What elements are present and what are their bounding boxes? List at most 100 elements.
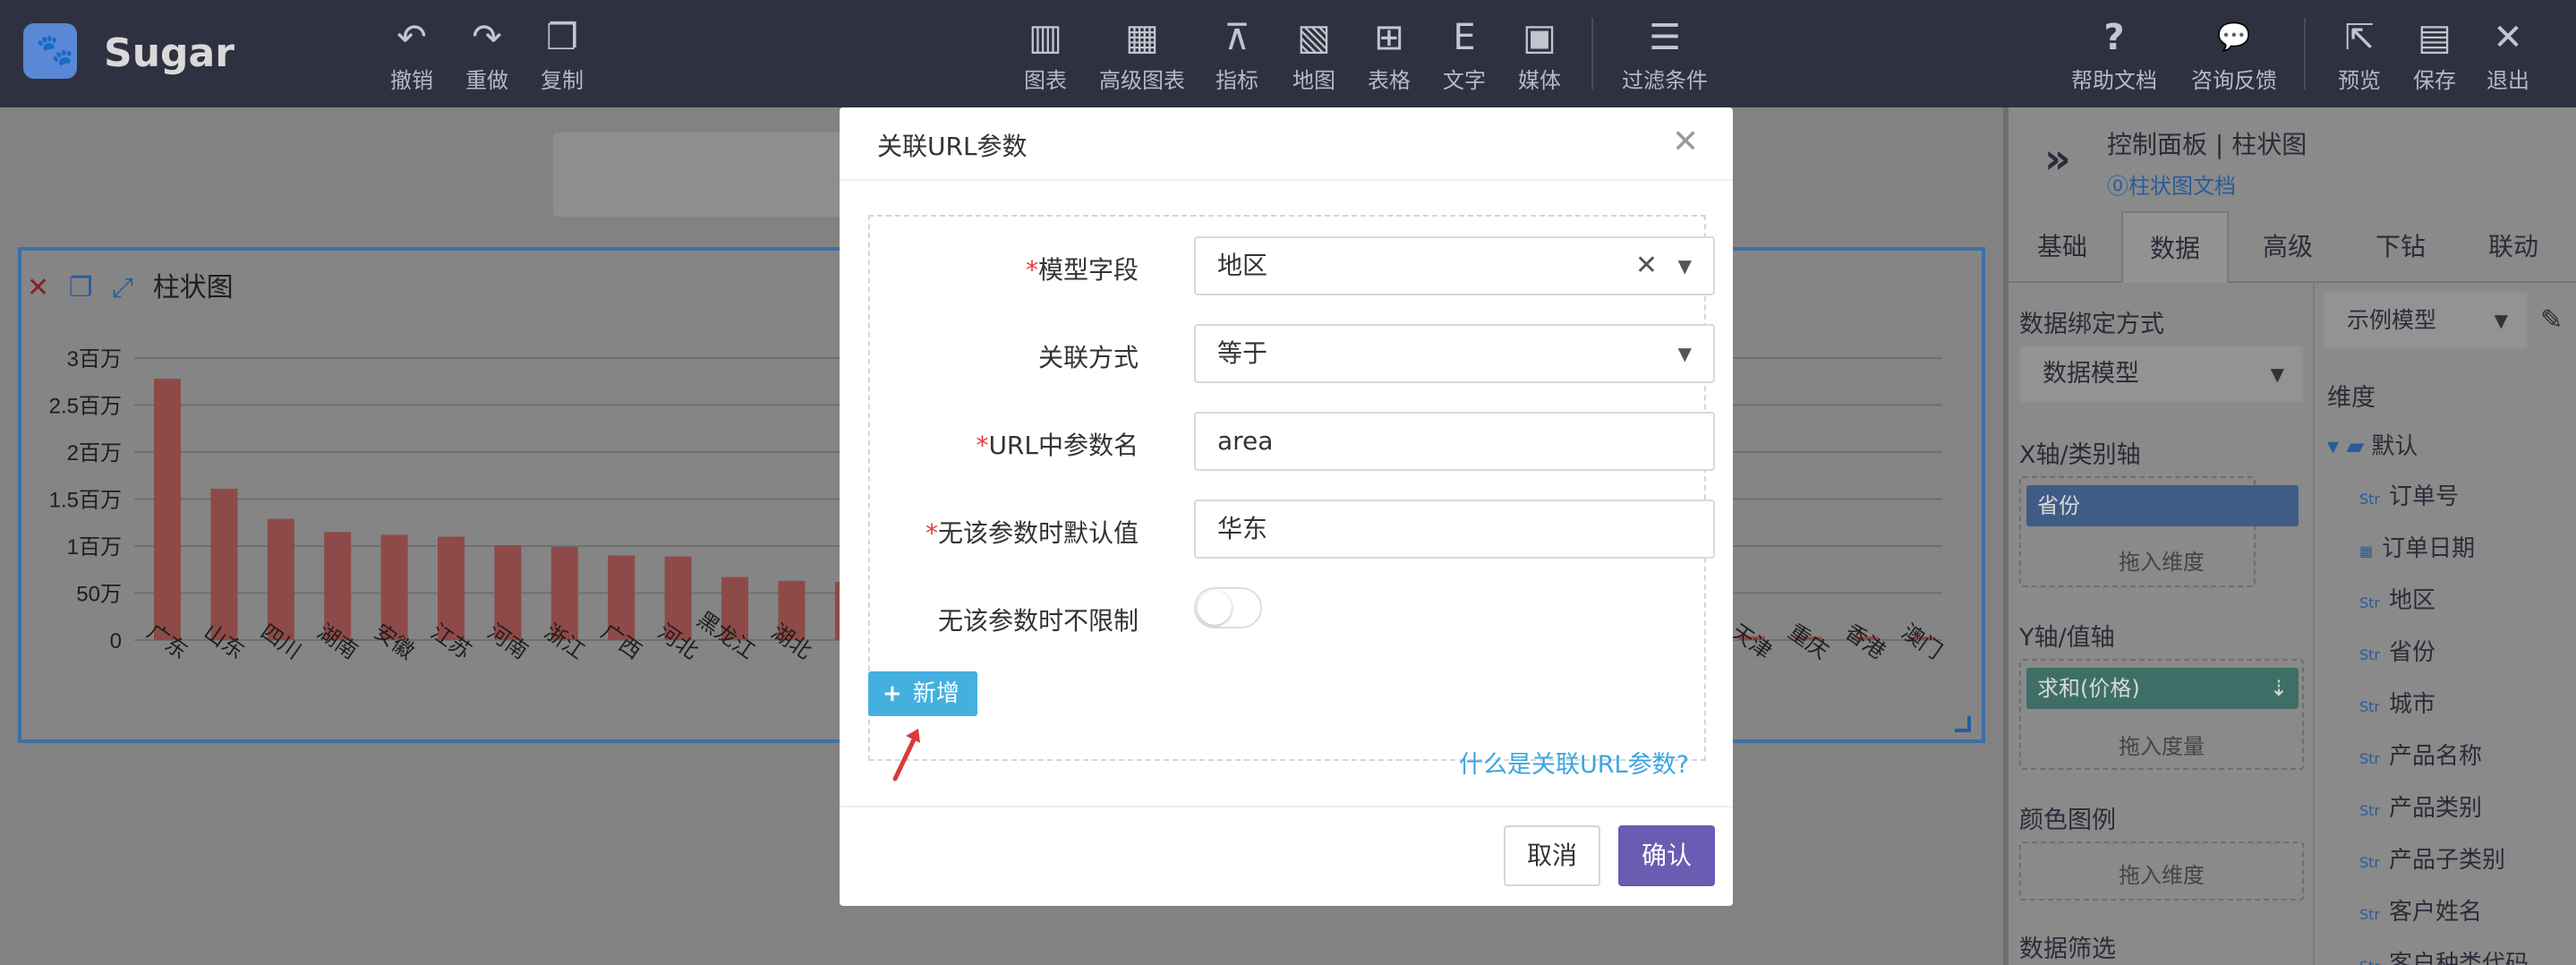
url-param-label-text: URL中参数名: [988, 431, 1139, 460]
model-field-value: 地区: [1217, 251, 1268, 280]
relation-label: 关联方式: [1037, 343, 1139, 372]
delete-icon[interactable]: ✕: [27, 272, 49, 303]
exit-button[interactable]: ✕ 退出: [2483, 18, 2533, 93]
tab-advanced[interactable]: 高级: [2234, 211, 2341, 283]
url-param-label: *URL中参数名: [870, 426, 1139, 462]
toolbar-text-button[interactable]: E 文字: [1439, 18, 1489, 93]
binding-mode-select[interactable]: 数据模型 ▼: [2019, 346, 2304, 403]
no-limit-toggle[interactable]: [1194, 587, 1262, 628]
field-item[interactable]: Str 产品子类别: [2359, 841, 2505, 875]
binding-mode-value: 数据模型: [2043, 360, 2139, 388]
relation-select[interactable]: 等于 ▼: [1194, 324, 1715, 383]
x-axis-field-pill[interactable]: 省份: [2026, 485, 2299, 526]
toolbar-media-button[interactable]: ▣ 媒体: [1514, 18, 1565, 93]
baidu-paw-icon[interactable]: 🐾: [23, 23, 77, 79]
chevron-down-icon[interactable]: ▼: [1678, 238, 1692, 294]
add-param-button[interactable]: + 新增: [868, 671, 977, 716]
collapse-panel-icon[interactable]: »: [2044, 134, 2071, 183]
model-select[interactable]: 示例模型 ▼: [2324, 292, 2528, 349]
field-type-tag: Str: [2359, 906, 2381, 923]
toolbar-filter-button[interactable]: ☰ 过滤条件: [1618, 18, 1711, 93]
map-icon: ▧: [1297, 17, 1331, 58]
what-is-url-param-link[interactable]: 什么是关联URL参数?: [1459, 745, 1689, 780]
color-drop-hint: 拖入维度: [2119, 863, 2205, 888]
copy-button[interactable]: ❐ 复制: [537, 17, 587, 93]
toolbar-advanced-chart-button[interactable]: ▦ 高级图表: [1096, 17, 1189, 93]
help-docs-button[interactable]: ? 帮助文档: [2068, 18, 2161, 93]
field-item[interactable]: Str 客户种类代码: [2359, 945, 2529, 965]
cancel-button[interactable]: 取消: [1504, 825, 1600, 886]
bar-chart-icon: ▥: [1028, 17, 1062, 58]
confirm-button[interactable]: 确认: [1618, 825, 1715, 886]
field-item[interactable]: Str 产品名称: [2359, 738, 2482, 771]
undo-icon: ↶: [397, 17, 427, 58]
feedback-button[interactable]: 💬 咨询反馈: [2188, 18, 2281, 93]
redo-label: 重做: [465, 68, 508, 93]
undo-button[interactable]: ↶ 撤销: [387, 17, 437, 93]
field-name: 客户姓名: [2389, 899, 2483, 926]
copy-icon: ❐: [546, 17, 578, 58]
sort-icon[interactable]: ⇣: [2270, 668, 2288, 709]
field-item[interactable]: Str 客户姓名: [2359, 893, 2482, 927]
model-field-label-text: 模型字段: [1037, 255, 1139, 285]
tab-data[interactable]: 数据: [2121, 211, 2229, 283]
top-toolbar: 🐾 Sugar ↶ 撤销 ↷ 重做 ❐ 复制 ▥ 图表 ▦ 高级图表 ⊼ 指标 …: [0, 0, 2576, 107]
x-tick-label: 河南: [483, 619, 533, 664]
x-tick-label: 浙江: [540, 619, 589, 664]
default-value-value: 华东: [1217, 514, 1268, 543]
field-item[interactable]: Str 地区: [2359, 582, 2435, 615]
tab-drilldown[interactable]: 下钻: [2347, 211, 2454, 283]
chart-widget-header: ✕ ❐ ⤢ 柱状图: [27, 265, 244, 303]
bar: [210, 488, 238, 640]
y-tick-label: 0: [110, 629, 122, 653]
edit-pencil-icon[interactable]: ✎: [2540, 304, 2563, 336]
tab-linkage[interactable]: 联动: [2460, 211, 2567, 283]
x-tick-label: 安徽: [370, 619, 419, 664]
default-value-label: *无该参数时默认值: [870, 514, 1139, 550]
redo-button[interactable]: ↷ 重做: [460, 18, 514, 93]
clear-icon[interactable]: ✕: [1635, 238, 1658, 294]
field-name: 产品子类别: [2389, 847, 2506, 874]
field-name: 地区: [2389, 587, 2436, 614]
toolbar-table-button[interactable]: ⊞ 表格: [1364, 18, 1414, 93]
field-item[interactable]: ▦ 订单日期: [2359, 530, 2475, 563]
chevron-down-icon[interactable]: ▼: [1678, 326, 1692, 381]
model-field-select[interactable]: 地区 ✕ ▼: [1194, 236, 1715, 295]
toolbar-chart-button[interactable]: ▥ 图表: [1020, 17, 1070, 93]
default-value-input[interactable]: 华东: [1194, 500, 1715, 559]
copy-icon[interactable]: ❐: [69, 272, 93, 303]
y-tick-label: 50万: [76, 583, 122, 607]
toolbar-indicator-button[interactable]: ⊼ 指标: [1212, 18, 1262, 93]
save-button[interactable]: ▤ 保存: [2410, 18, 2460, 93]
exit-label: 退出: [2486, 68, 2529, 93]
chevron-down-icon: ▼: [2494, 310, 2508, 331]
x-tick-label: 广西: [596, 619, 645, 664]
url-param-input[interactable]: area: [1194, 412, 1715, 471]
x-tick-label: 四川: [256, 619, 305, 664]
field-item[interactable]: Str 城市: [2359, 686, 2435, 719]
field-item[interactable]: Str 产品类别: [2359, 790, 2482, 823]
close-icon[interactable]: ✕: [1672, 124, 1699, 160]
x-tick-label: 广东: [142, 619, 192, 664]
field-item[interactable]: Str 订单号: [2359, 478, 2459, 511]
toolbar-map-button[interactable]: ▧ 地图: [1289, 17, 1339, 93]
field-item[interactable]: Str 省份: [2359, 634, 2435, 667]
folder-default[interactable]: ▾ ▰ 默认: [2327, 428, 2418, 461]
resize-handle[interactable]: [1955, 716, 1971, 732]
y-axis-field-pill[interactable]: 求和(价格) ⇣: [2026, 668, 2299, 709]
preview-button[interactable]: ⇱ 预览: [2334, 18, 2384, 93]
required-mark: *: [976, 431, 989, 460]
toggle-knob: [1198, 591, 1232, 625]
annotation-arrow-icon: [892, 729, 920, 781]
toolbar-advanced-chart-label: 高级图表: [1099, 68, 1185, 93]
grid-icon: ▦: [1125, 17, 1159, 58]
required-mark: *: [1025, 255, 1038, 285]
chart-doc-link[interactable]: ⓪柱状图文档: [2107, 168, 2236, 200]
tab-basic[interactable]: 基础: [2009, 211, 2116, 283]
undo-label: 撤销: [390, 68, 433, 93]
toolbar-indicator-label: 指标: [1215, 68, 1258, 93]
x-axis-drop-hint: 拖入维度: [2119, 550, 2205, 575]
expand-icon[interactable]: ⤢: [112, 272, 133, 303]
x-tick-label: 山东: [200, 619, 249, 664]
chevron-down-icon: ▼: [2270, 363, 2284, 385]
